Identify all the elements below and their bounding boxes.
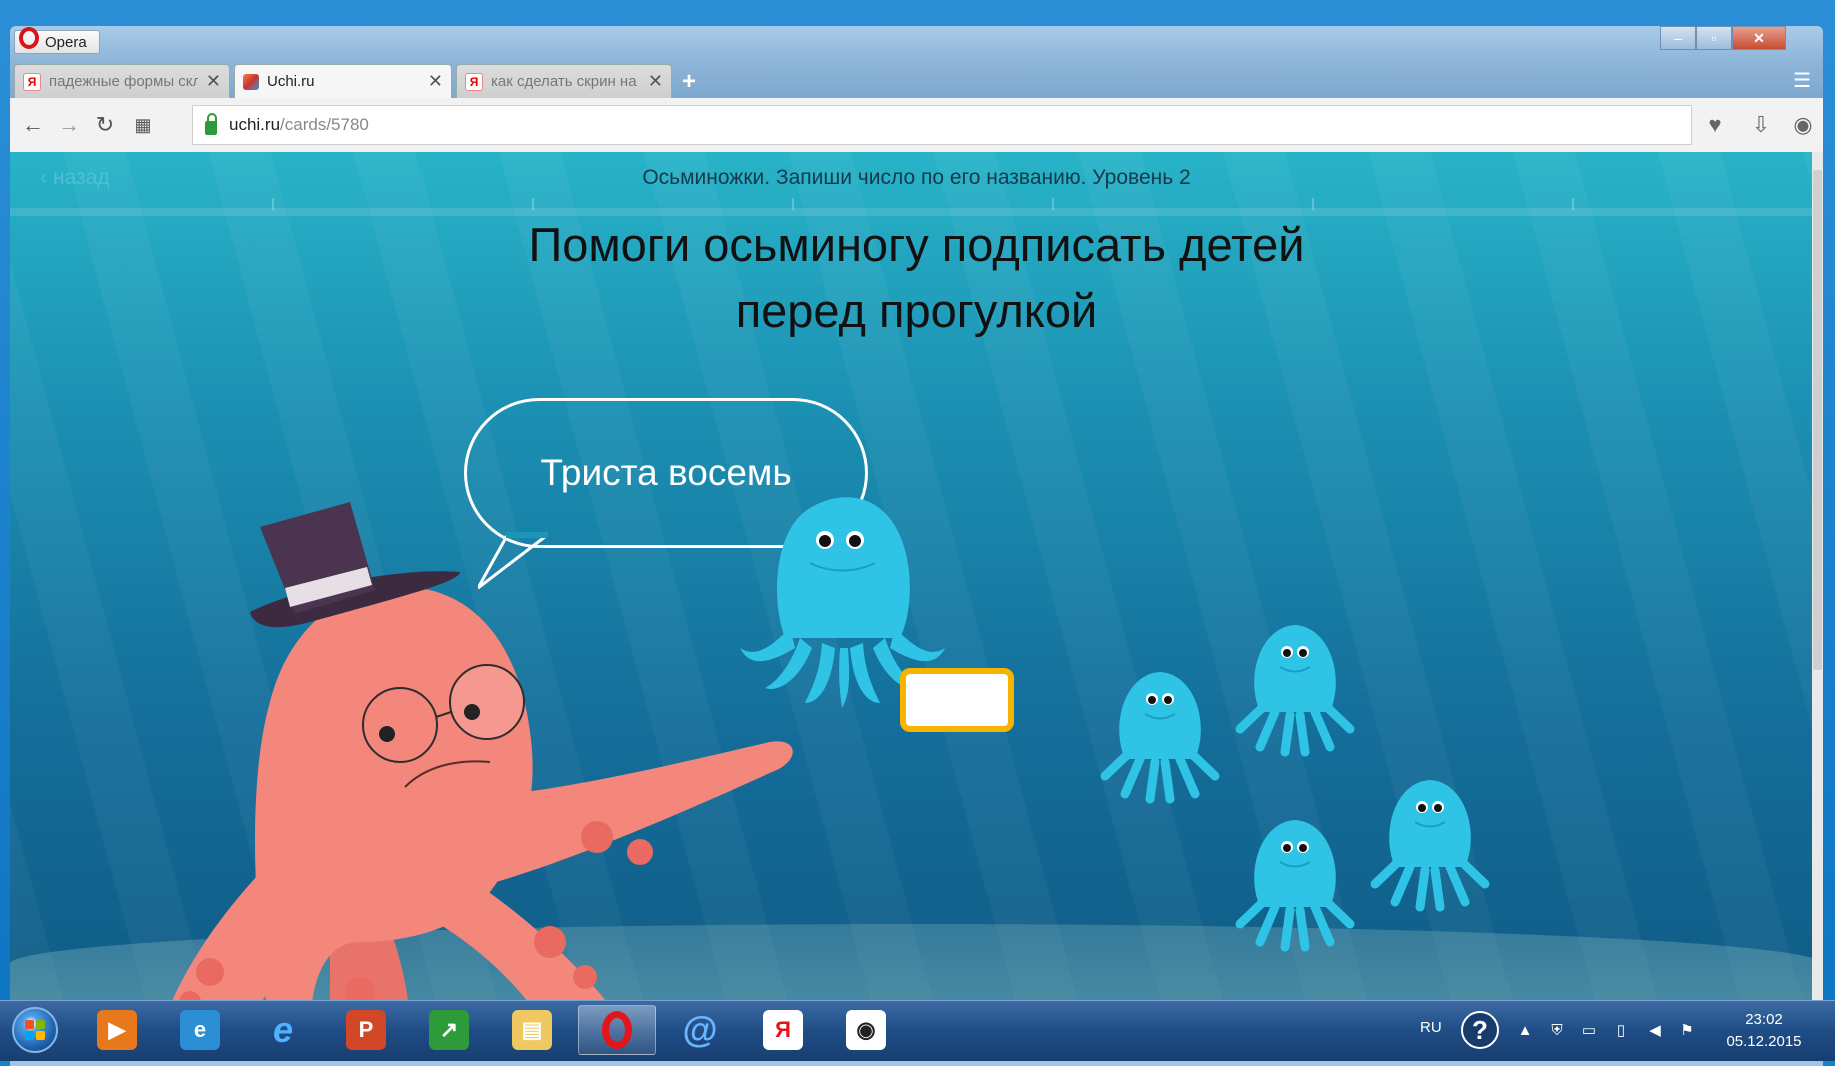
tab-label: как сделать скрин на ком... xyxy=(491,73,640,90)
file-explorer-icon: ▤ xyxy=(512,1010,552,1050)
taskbar-camera-app[interactable]: ◉ xyxy=(827,1005,905,1055)
mail-icon: @ xyxy=(682,1009,718,1050)
jellyfish-small-4 xyxy=(1235,820,1355,952)
clock[interactable]: 23:02 05.12.2015 xyxy=(1712,1009,1816,1053)
taskbar-internet-explorer[interactable]: e xyxy=(161,1005,239,1055)
toolbar: ← → ↻ ▦ uchi.ru/cards/5780 ♥ ⇩ ◉ xyxy=(10,98,1823,153)
taskbar-powerpoint[interactable]: P xyxy=(327,1005,405,1055)
browser-window: Opera – ▫ ✕ Я падежные формы склон... ✕ … xyxy=(10,26,1823,1066)
task-heading: Помоги осьминогу подписать детей перед п… xyxy=(410,212,1423,344)
minimize-button[interactable]: – xyxy=(1660,26,1696,50)
taskbar-chart-app[interactable]: ↗ xyxy=(410,1005,488,1055)
opera-logo-icon xyxy=(19,27,39,49)
internet-explorer-icon: e xyxy=(180,1010,220,1050)
progress-tick xyxy=(1312,198,1314,210)
show-hidden-icons-icon[interactable]: ▲ xyxy=(1516,1021,1534,1039)
octopus-character xyxy=(160,502,793,1032)
forward-arrow-icon[interactable]: → xyxy=(54,110,84,140)
tab-3[interactable]: Я как сделать скрин на ком... ✕ xyxy=(456,64,672,98)
window-controls: – ▫ ✕ xyxy=(1660,26,1786,50)
progress-tick xyxy=(1052,198,1054,210)
close-tab-icon[interactable]: ✕ xyxy=(428,71,443,92)
media-player-icon: ▶ xyxy=(97,1010,137,1050)
taskbar-opera[interactable] xyxy=(578,1005,656,1055)
device-tray-icon[interactable]: ▯ xyxy=(1612,1021,1630,1039)
title-bar: Opera – ▫ ✕ xyxy=(10,26,1823,60)
desktop: Opera – ▫ ✕ Я падежные формы склон... ✕ … xyxy=(0,0,1835,1066)
powerpoint-icon: P xyxy=(346,1010,386,1050)
opera-menu-button[interactable]: Opera xyxy=(14,27,100,54)
close-tab-icon[interactable]: ✕ xyxy=(648,71,663,92)
windows-flag-icon xyxy=(25,1020,45,1040)
taskbar-file-explorer[interactable]: ▤ xyxy=(493,1005,571,1055)
progress-tick xyxy=(272,198,274,210)
jellyfish-small-1 xyxy=(1100,672,1220,804)
address-bar[interactable]: uchi.ru/cards/5780 xyxy=(192,105,1692,145)
progress-tick xyxy=(1572,198,1574,210)
reload-icon[interactable]: ↻ xyxy=(90,110,120,140)
yandex-icon: Я xyxy=(465,72,483,91)
taskbar-mail[interactable]: @ xyxy=(661,1005,739,1055)
lock-icon xyxy=(205,113,217,135)
yandex-browser-icon: Я xyxy=(763,1010,803,1050)
clock-date: 05.12.2015 xyxy=(1726,1033,1802,1050)
jellyfish-small-3 xyxy=(1370,780,1490,912)
new-tab-button[interactable]: + xyxy=(682,68,696,96)
answer-input[interactable] xyxy=(900,668,1014,732)
opera-icon xyxy=(597,1010,637,1050)
progress-tick xyxy=(532,198,534,210)
url-path: /cards/5780 xyxy=(280,115,369,134)
taskbar: ▶ e e P ↗ ▤ @ Я ◉ RU ? ▲ ⛨ ▭ ▯ ◀ ⚑ 23:02… xyxy=(0,1000,1835,1061)
heading-line-2: перед прогулкой xyxy=(735,284,1098,337)
heart-icon[interactable]: ♥ xyxy=(1700,110,1730,140)
start-button[interactable] xyxy=(12,1007,58,1053)
security-tray-icon[interactable]: ⛨ xyxy=(1548,1021,1566,1039)
jellyfish-small-2 xyxy=(1235,625,1355,757)
tab-1[interactable]: Я падежные формы склон... ✕ xyxy=(14,64,230,98)
camera-app-icon: ◉ xyxy=(846,1010,886,1050)
tab-label: падежные формы склон... xyxy=(49,73,198,90)
taskbar-internet-explorer-2[interactable]: e xyxy=(244,1005,322,1055)
taskbar-yandex[interactable]: Я xyxy=(744,1005,822,1055)
chart-app-icon: ↗ xyxy=(429,1010,469,1050)
action-center-flag-icon[interactable]: ⚑ xyxy=(1678,1021,1696,1039)
tab-strip: Я падежные формы склон... ✕ Uchi.ru ✕ Я … xyxy=(10,60,1823,98)
account-icon[interactable]: ◉ xyxy=(1788,110,1818,140)
download-icon[interactable]: ⇩ xyxy=(1746,110,1776,140)
close-window-button[interactable]: ✕ xyxy=(1732,26,1786,50)
help-icon[interactable]: ? xyxy=(1461,1011,1499,1049)
heading-line-1: Помоги осьминогу подписать детей xyxy=(528,218,1305,271)
tab-2[interactable]: Uchi.ru ✕ xyxy=(234,64,452,98)
internet-explorer-blue-icon: e xyxy=(272,1009,294,1050)
volume-icon[interactable]: ◀ xyxy=(1646,1021,1664,1039)
progress-tick xyxy=(792,198,794,210)
back-arrow-icon[interactable]: ← xyxy=(18,110,48,140)
speed-dial-icon[interactable]: ▦ xyxy=(128,110,158,140)
uchi-icon xyxy=(243,73,259,90)
opera-menu-label: Opera xyxy=(45,33,87,51)
language-indicator[interactable]: RU xyxy=(1420,1019,1442,1036)
tab-label: Uchi.ru xyxy=(267,73,315,90)
close-tab-icon[interactable]: ✕ xyxy=(206,71,221,92)
scroll-thumb[interactable] xyxy=(1813,170,1822,670)
vertical-scrollbar[interactable] xyxy=(1812,152,1823,1034)
progress-ticks xyxy=(10,198,1823,210)
lesson-title: Осьминожки. Запиши число по его названию… xyxy=(642,166,1191,189)
yandex-icon: Я xyxy=(23,72,41,91)
url-host: uchi.ru xyxy=(229,115,281,134)
tab-menu-icon[interactable]: ☰ xyxy=(1793,68,1811,93)
maximize-button[interactable]: ▫ xyxy=(1696,26,1732,50)
network-tray-icon[interactable]: ▭ xyxy=(1580,1021,1598,1039)
taskbar-media-player[interactable]: ▶ xyxy=(78,1005,156,1055)
page-content: ‹ назад Осьминожки. Запиши число по его … xyxy=(10,152,1823,1034)
lesson-header: ‹ назад Осьминожки. Запиши число по его … xyxy=(10,152,1823,216)
clock-time: 23:02 xyxy=(1745,1011,1783,1028)
